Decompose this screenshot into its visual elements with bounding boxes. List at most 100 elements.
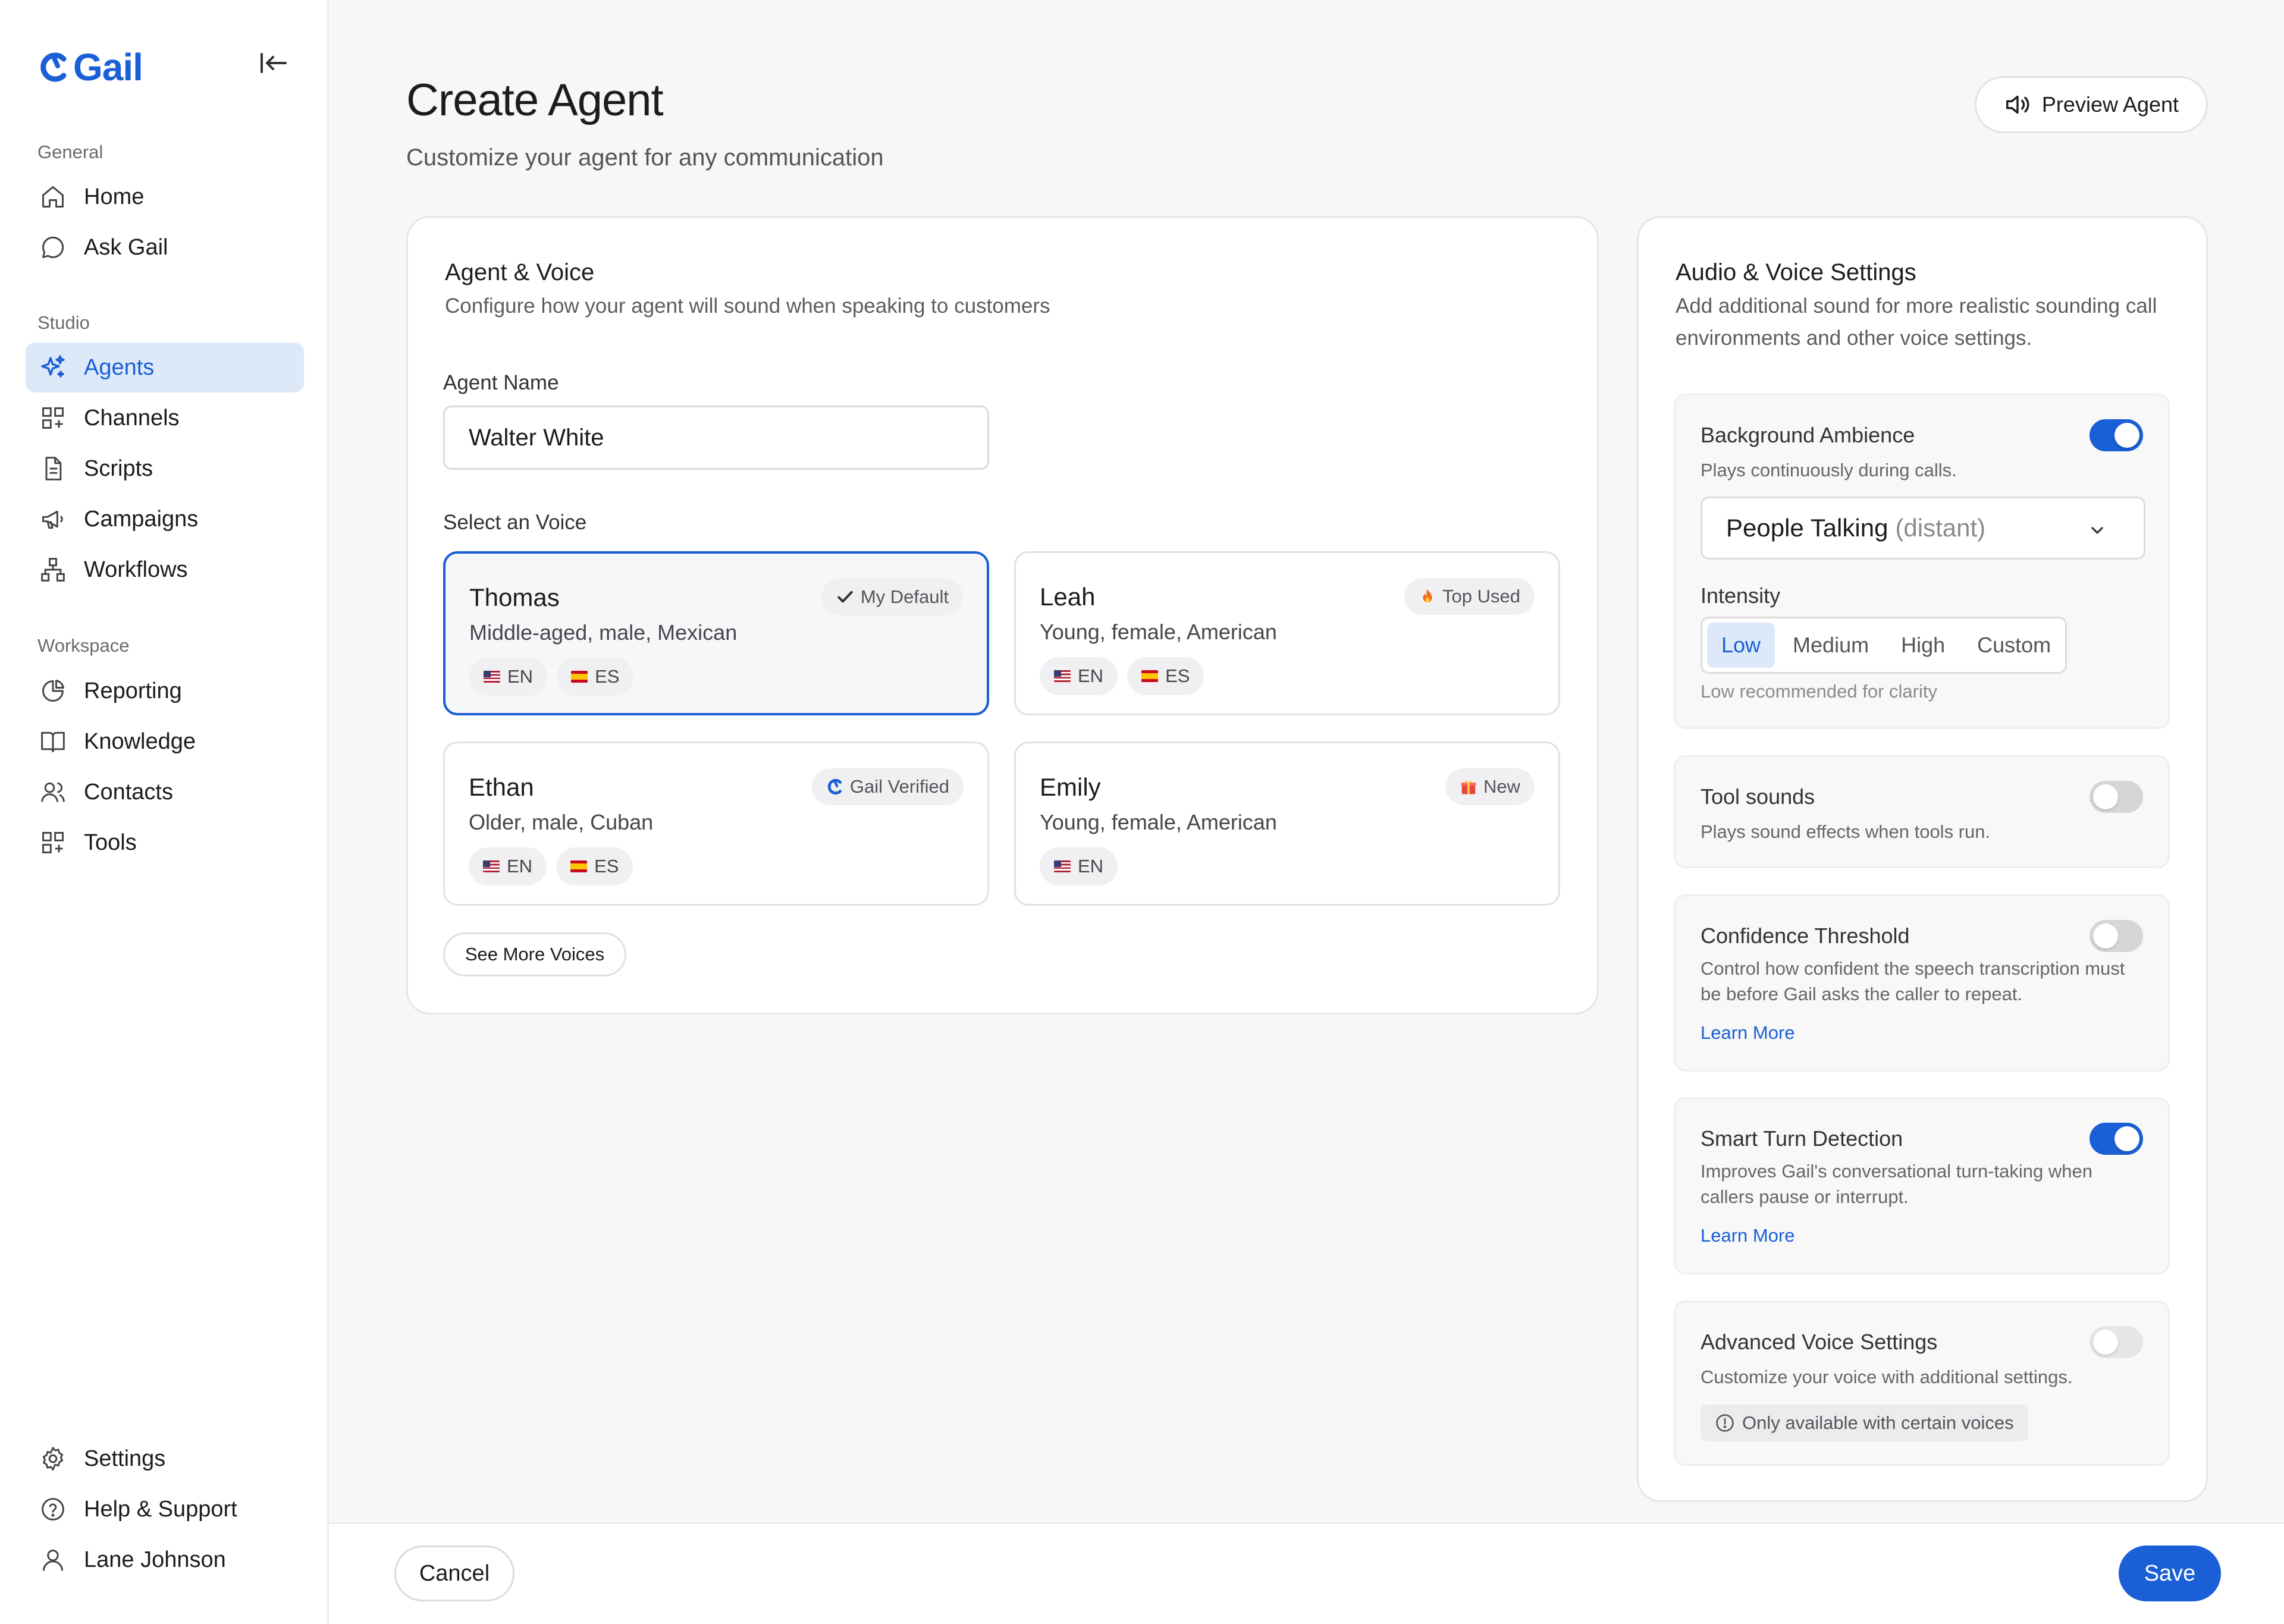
sidebar-item-knowledge[interactable]: Knowledge [26, 717, 304, 767]
language-chip: EN [469, 658, 548, 696]
us-flag-icon [1054, 860, 1071, 872]
voice-description: Young, female, American [1040, 810, 1277, 834]
smart-turn-section: Smart Turn Detection Improves Gail's con… [1674, 1097, 2170, 1274]
intensity-option-custom[interactable]: Custom [1963, 623, 2065, 668]
badge-label: New [1483, 776, 1520, 797]
section-label-studio: Studio [37, 312, 90, 333]
collapse-sidebar-button[interactable] [257, 49, 290, 77]
toggle-knob [2093, 1330, 2118, 1355]
sidebar-item-label: Workflows [84, 557, 188, 582]
setting-description: Improves Gail's conversational turn-taki… [1701, 1161, 2092, 1207]
language-code: ES [1165, 665, 1190, 686]
sidebar-item-ask-gail[interactable]: Ask Gail [26, 222, 304, 272]
us-flag-icon [484, 671, 500, 683]
availability-note: Only available with certain voices [1701, 1405, 2028, 1441]
language-chip: ES [1127, 657, 1204, 695]
chat-bubble-icon [39, 233, 67, 262]
voice-card-emily[interactable]: Emily Young, female, American New EN [1014, 742, 1560, 906]
badge-label: Top Used [1442, 586, 1520, 607]
setting-title: Advanced Voice Settings [1701, 1330, 1938, 1354]
learn-more-link[interactable]: Learn More [1701, 1022, 1795, 1044]
voice-description: Middle-aged, male, Mexican [469, 620, 738, 645]
grid-plus-icon [39, 404, 67, 432]
language-code: EN [1078, 856, 1104, 877]
voice-name: Emily [1040, 773, 1101, 801]
grid-plus-icon [39, 828, 67, 857]
language-code: ES [594, 856, 619, 877]
see-more-voices-button[interactable]: See More Voices [443, 932, 626, 976]
voice-name: Thomas [469, 583, 560, 611]
sidebar: Gail General Home Ask Gail Studio Agents… [0, 0, 329, 1624]
voice-description: Young, female, American [1040, 620, 1277, 644]
intensity-option-high[interactable]: High [1887, 623, 1959, 668]
ambience-select[interactable]: People Talking (distant) [1701, 497, 2145, 560]
info-icon [1716, 1414, 1734, 1432]
advanced-voice-section: Advanced Voice Settings Customize your v… [1674, 1301, 2170, 1466]
sidebar-item-scripts[interactable]: Scripts [26, 444, 304, 494]
confidence-threshold-toggle[interactable] [2090, 920, 2143, 952]
agent-name-input[interactable]: Walter White [443, 406, 989, 470]
sidebar-item-help[interactable]: Help & Support [26, 1484, 304, 1534]
sidebar-item-label: Contacts [84, 779, 173, 805]
cancel-button[interactable]: Cancel [394, 1546, 514, 1601]
tool-sounds-toggle[interactable] [2090, 781, 2143, 813]
tool-sounds-section: Tool sounds Plays sound effects when too… [1674, 755, 2170, 868]
spain-flag-icon [1141, 670, 1159, 682]
sidebar-item-settings[interactable]: Settings [26, 1434, 304, 1484]
megaphone-icon [39, 505, 67, 533]
sidebar-item-campaigns[interactable]: Campaigns [26, 494, 304, 544]
sidebar-item-label: Campaigns [84, 506, 199, 532]
brand-name: Gail [73, 46, 143, 89]
voice-card-leah[interactable]: Leah Young, female, American Top Used EN… [1014, 551, 1560, 715]
toggle-knob [2093, 784, 2118, 809]
setting-description: Plays sound effects when tools run. [1701, 821, 1991, 842]
sidebar-item-contacts[interactable]: Contacts [26, 767, 304, 817]
sidebar-item-workflows[interactable]: Workflows [26, 545, 304, 595]
language-code: EN [507, 856, 533, 877]
voice-description: Older, male, Cuban [469, 810, 654, 834]
badge-label: Gail Verified [849, 776, 949, 797]
page-subtitle: Customize your agent for any communicati… [406, 145, 884, 171]
sidebar-item-home[interactable]: Home [26, 172, 304, 222]
background-ambience-toggle[interactable] [2090, 419, 2143, 451]
select-value-suffix: (distant) [1895, 514, 1986, 542]
toggle-knob [2114, 423, 2139, 448]
intensity-option-low[interactable]: Low [1707, 623, 1775, 668]
sidebar-item-tools[interactable]: Tools [26, 818, 304, 868]
sidebar-item-agents[interactable]: Agents [26, 343, 304, 392]
preview-agent-button[interactable]: Preview Agent [1975, 76, 2208, 133]
language-chip: ES [556, 847, 633, 885]
advanced-voice-toggle [2090, 1326, 2143, 1358]
language-chips: EN ES [469, 658, 634, 696]
setting-title: Smart Turn Detection [1701, 1126, 1903, 1151]
page-title: Create Agent [406, 75, 664, 125]
voice-card-thomas[interactable]: Thomas Middle-aged, male, Mexican My Def… [443, 551, 989, 715]
workflow-icon [39, 555, 67, 584]
save-button[interactable]: Save [2119, 1546, 2221, 1601]
language-chips: EN ES [1040, 657, 1204, 695]
spain-flag-icon [570, 860, 588, 872]
agent-name-label: Agent Name [443, 371, 559, 394]
availability-note-text: Only available with certain voices [1742, 1412, 2014, 1433]
language-chip: ES [557, 658, 634, 696]
status-badge: Top Used [1404, 578, 1535, 615]
gail-logo[interactable]: Gail [37, 45, 143, 89]
sidebar-item-channels[interactable]: Channels [26, 393, 304, 443]
confidence-threshold-section: Confidence Threshold Control how confide… [1674, 894, 2170, 1072]
intensity-option-medium[interactable]: Medium [1778, 623, 1883, 668]
sidebar-item-reporting[interactable]: Reporting [26, 666, 304, 716]
sidebar-item-label: Agents [84, 354, 155, 380]
toggle-knob [2093, 923, 2118, 948]
smart-turn-toggle[interactable] [2090, 1123, 2143, 1155]
help-circle-icon [39, 1495, 67, 1524]
sidebar-item-label: Reporting [84, 678, 182, 703]
sidebar-item-user[interactable]: Lane Johnson [26, 1535, 304, 1585]
agent-voice-title: Agent & Voice [445, 259, 595, 285]
toggle-knob [2114, 1126, 2139, 1151]
voice-card-ethan[interactable]: Ethan Older, male, Cuban Gail Verified E… [443, 742, 989, 906]
setting-title: Tool sounds [1701, 784, 1815, 809]
learn-more-link[interactable]: Learn More [1701, 1225, 1795, 1246]
language-chip: EN [469, 847, 547, 885]
us-flag-icon [1054, 670, 1071, 682]
audio-settings-subtitle: Add additional sound for more realistic … [1676, 294, 2157, 350]
